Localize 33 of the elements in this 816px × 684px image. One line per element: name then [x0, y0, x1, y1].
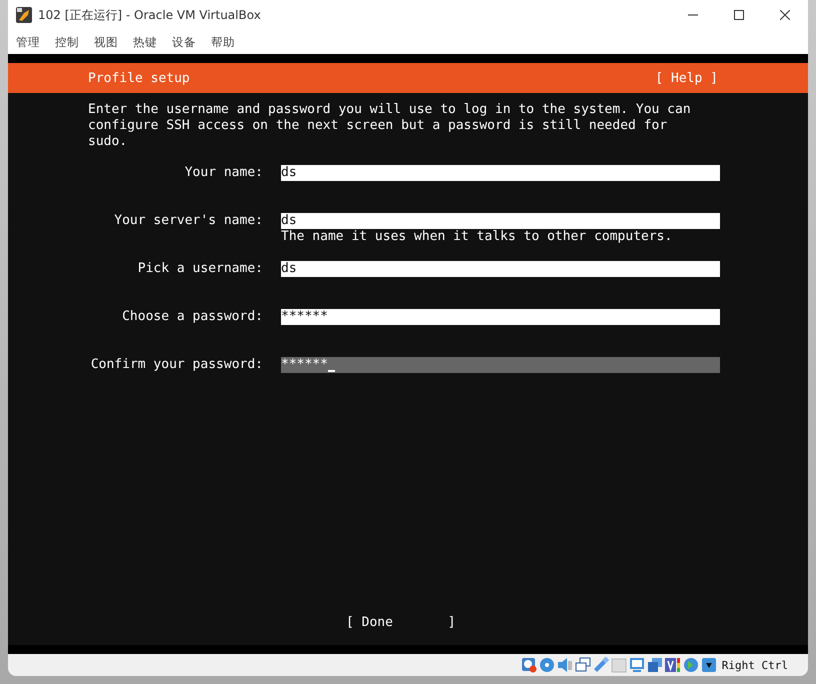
input-field[interactable]: ds: [281, 165, 720, 181]
menu-item[interactable]: 视图: [94, 34, 118, 50]
menu-item[interactable]: 管理: [16, 34, 40, 50]
speaker-icon[interactable]: [556, 657, 573, 673]
window-title: 102 [正在运行] - Oracle VM VirtualBox: [38, 6, 261, 24]
close-icon[interactable]: [780, 10, 790, 20]
menu-item[interactable]: 热键: [133, 34, 157, 50]
help-link[interactable]: [ Help ]: [655, 70, 718, 86]
monitor-icon[interactable]: [628, 657, 645, 673]
app-logo-icon: [16, 7, 32, 23]
maximize-icon[interactable]: [734, 10, 744, 20]
instructions-text: Enter the username and password you will use to log in to the system. You can configure SSH access on the next screen but a password is still needed for sudo.: [88, 102, 692, 150]
field-label: Your server's name:: [113, 213, 263, 229]
field-label: Choose a password:: [121, 309, 263, 325]
download-icon[interactable]: [700, 657, 717, 673]
screen-title: Profile setup: [88, 70, 190, 86]
input-field[interactable]: ******: [281, 309, 720, 325]
field-label: Pick a username:: [136, 261, 263, 277]
menu-item[interactable]: 控制: [55, 34, 79, 50]
field-hint: The name it uses when it talks to other computers.: [281, 229, 674, 245]
menu-item[interactable]: 帮助: [211, 34, 235, 50]
menu-item[interactable]: 设备: [172, 34, 196, 50]
done-button[interactable]: [ Done ]: [346, 615, 456, 631]
input-field[interactable]: ******: [281, 357, 720, 373]
input-field[interactable]: ds: [281, 261, 720, 277]
monitors-icon[interactable]: [574, 657, 591, 673]
host-key-label: Right Ctrl: [722, 658, 788, 672]
field-label: Confirm your password:: [90, 357, 263, 373]
windows-icon[interactable]: [646, 657, 663, 673]
field-label: Your name:: [184, 165, 263, 181]
input-field[interactable]: ds: [281, 213, 720, 229]
usb-icon[interactable]: [592, 657, 609, 673]
disc-icon[interactable]: [538, 657, 555, 673]
